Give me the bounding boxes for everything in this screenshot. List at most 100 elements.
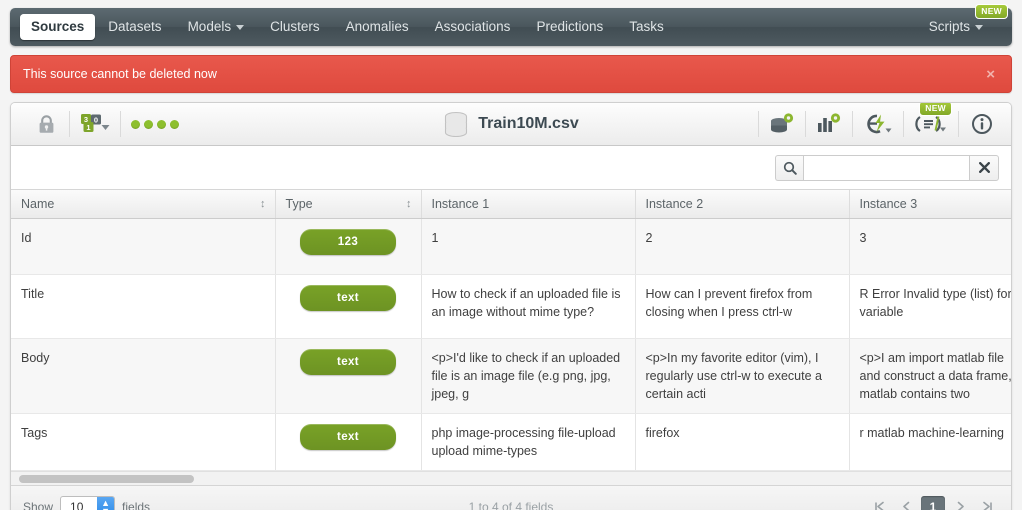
scripts-actions-new-badge: NEW — [919, 103, 952, 116]
toolbar-divider — [852, 111, 853, 137]
chevron-down-icon — [236, 24, 245, 30]
table-row[interactable]: Tags text php image-processing file-uplo… — [11, 413, 1011, 471]
record-range-label: 1 to 4 of 4 fields — [468, 499, 554, 510]
toolbar-divider — [69, 111, 70, 137]
type-badge: 123 — [300, 229, 396, 255]
type-badge: text — [300, 285, 396, 311]
status-dots — [131, 119, 179, 129]
first-page-icon — [874, 501, 884, 510]
lock-button[interactable] — [33, 109, 59, 139]
nav-item-sources[interactable]: Sources — [20, 14, 96, 40]
pagination: 1 — [867, 495, 999, 510]
instance-2-cell: 2 — [635, 218, 850, 275]
nav-item-label: Scripts — [928, 19, 970, 34]
scrollbar-thumb[interactable] — [19, 475, 194, 483]
toolbar-divider — [758, 111, 759, 137]
alert-banner: This source cannot be deleted now × — [10, 55, 1012, 93]
sort-icon: ↕ — [260, 198, 266, 210]
nav-item-label: Predictions — [536, 19, 604, 34]
flash-actions-icon — [867, 114, 892, 134]
search-clear-button[interactable] — [969, 154, 999, 181]
first-page-button[interactable] — [867, 496, 891, 510]
field-type-cell: text — [275, 413, 422, 471]
lock-icon — [39, 114, 53, 133]
page-size-value: 10 — [70, 499, 84, 510]
toolbar-divider — [805, 111, 806, 137]
nav-item-tasks[interactable]: Tasks — [616, 14, 677, 40]
nav-item-label: Sources — [31, 19, 85, 34]
column-label: Instance 2 — [645, 197, 704, 211]
column-header-instance-1: Instance 1 — [421, 190, 636, 219]
create-model-button[interactable] — [816, 109, 842, 139]
field-types-button[interactable]: 3 0 1 — [80, 109, 110, 139]
column-label: Name — [21, 197, 55, 211]
instance-3-cell: <p>I am import matlab file and construct… — [849, 338, 1011, 414]
search-input[interactable] — [803, 154, 969, 181]
field-type-cell: text — [275, 274, 422, 339]
alert-close-icon[interactable]: × — [986, 66, 999, 83]
search-icon — [783, 161, 797, 175]
instance-2-cell: How can I prevent firefox from closing w… — [635, 274, 850, 339]
chevron-down-icon — [975, 24, 983, 30]
model-config-icon — [818, 113, 841, 132]
horizontal-scrollbar[interactable] — [11, 471, 1011, 485]
nav-item-label: Datasets — [108, 19, 162, 34]
create-dataset-button[interactable] — [769, 109, 795, 139]
column-header-instance-3: Instance 3 — [849, 190, 1011, 219]
page-1-button[interactable]: 1 — [921, 495, 945, 510]
status-dot — [157, 119, 166, 129]
search-row — [11, 146, 1011, 190]
nav-item-datasets[interactable]: Datasets — [95, 14, 174, 40]
toolbar-divider — [903, 111, 904, 137]
alert-message: This source cannot be deleted now — [23, 67, 217, 81]
info-icon — [972, 114, 992, 134]
quick-actions-button[interactable] — [863, 109, 893, 139]
nav-item-predictions[interactable]: Predictions — [523, 14, 616, 40]
column-header-type[interactable]: Type ↕ — [275, 190, 422, 219]
source-toolbar: 3 0 1 Train10M.csv NEW — [11, 103, 1011, 146]
close-icon — [978, 162, 990, 173]
instance-2-cell: <p>In my favorite editor (vim), I regula… — [635, 338, 850, 414]
last-page-button[interactable] — [975, 496, 999, 510]
search-box — [775, 154, 999, 181]
source-panel: 3 0 1 Train10M.csv NEW Name ↕ Type ↕ Ins… — [10, 102, 1012, 510]
table-footer: Show 10 ▲ ▼ fields 1 to 4 of 4 fields — [11, 485, 1011, 510]
toolbar-divider — [120, 111, 121, 137]
chevron-right-icon — [957, 501, 964, 510]
svg-text:0: 0 — [94, 116, 98, 125]
page-number: 1 — [929, 499, 937, 510]
info-button[interactable] — [969, 109, 995, 139]
nav-item-models[interactable]: Models — [175, 14, 258, 40]
sort-icon: ↕ — [406, 198, 412, 210]
svg-text:1: 1 — [86, 123, 90, 132]
field-type-cell: text — [275, 338, 422, 414]
next-page-button[interactable] — [948, 496, 972, 510]
column-header-name[interactable]: Name ↕ — [11, 190, 276, 219]
nav-item-label: Associations — [434, 19, 511, 34]
type-badge: text — [300, 424, 396, 450]
last-page-icon — [982, 501, 992, 510]
column-label: Instance 3 — [859, 197, 918, 211]
page-size-select[interactable]: 10 ▲ ▼ — [60, 495, 116, 510]
nav-item-label: Anomalies — [345, 19, 409, 34]
nav-item-clusters[interactable]: Clusters — [257, 14, 333, 40]
app-root: Sources Datasets Models Clusters Anomali… — [0, 0, 1022, 510]
instance-1-cell: php image-processing file-upload upload … — [421, 413, 636, 471]
table-row[interactable]: Title text How to check if an uploaded f… — [11, 274, 1011, 339]
stepper-icon[interactable]: ▲ ▼ — [97, 496, 115, 510]
instance-2-cell: firefox — [635, 413, 850, 471]
show-label: Show — [23, 499, 54, 510]
search-addon — [775, 154, 803, 181]
nav-item-label: Models — [187, 19, 232, 34]
table-row[interactable]: Id 123 1 2 3 — [11, 218, 1011, 275]
status-dot — [170, 119, 179, 129]
table-row[interactable]: Body text <p>I'd like to check if an upl… — [11, 338, 1011, 414]
scripts-actions-button[interactable]: NEW — [914, 103, 952, 139]
nav-item-anomalies[interactable]: Anomalies — [333, 14, 422, 40]
instance-1-cell: <p>I'd like to check if an uploaded file… — [421, 338, 636, 414]
main-navbar: Sources Datasets Models Clusters Anomali… — [10, 4, 1012, 46]
nav-item-associations[interactable]: Associations — [422, 14, 524, 40]
instance-3-cell: 3 — [849, 218, 1011, 275]
field-types-icon: 3 0 1 — [81, 114, 110, 132]
prev-page-button[interactable] — [894, 496, 918, 510]
